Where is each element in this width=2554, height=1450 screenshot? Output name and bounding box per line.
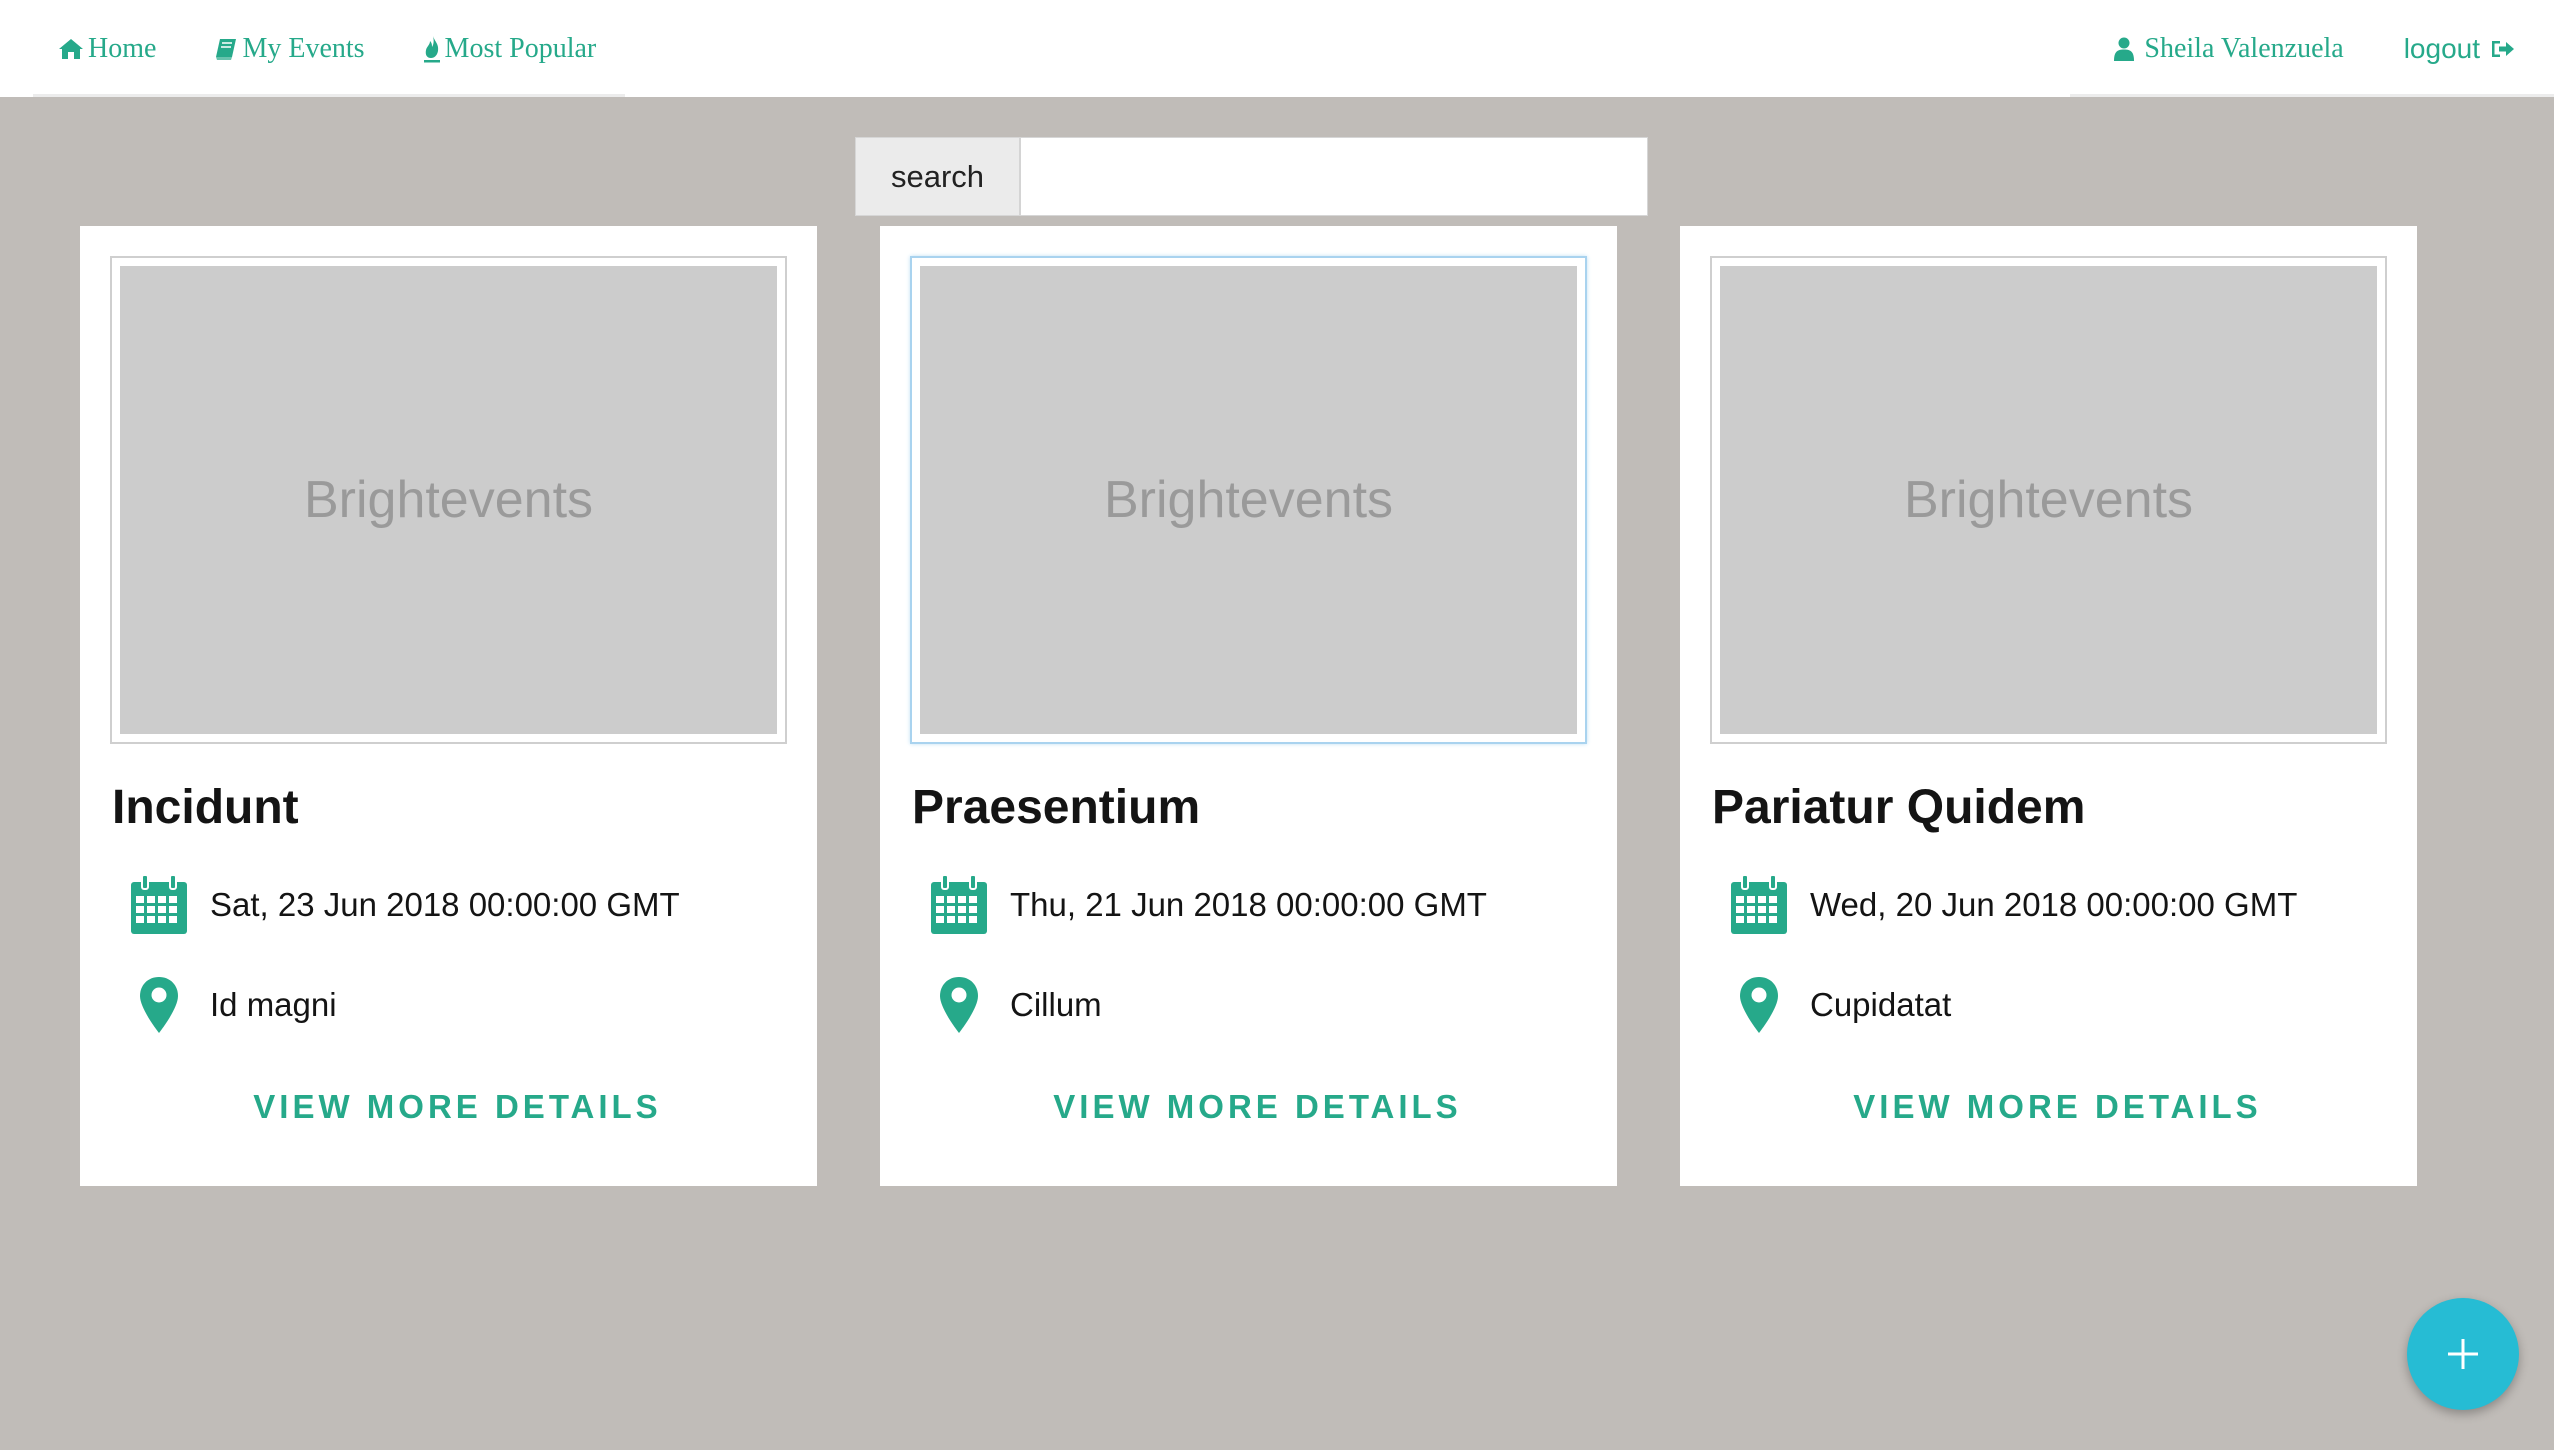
nav-user-link[interactable]: Sheila Valenzuela	[2114, 32, 2344, 65]
nav-logout-link[interactable]: logout	[2404, 33, 2516, 65]
nav-user-name: Sheila Valenzuela	[2144, 32, 2344, 64]
calendar-icon	[1728, 874, 1790, 936]
nav-divider-left	[33, 94, 625, 97]
nav-left-group: Home My Events Most Popular	[58, 0, 596, 97]
home-icon	[59, 38, 83, 59]
event-date: Wed, 20 Jun 2018 00:00:00 GMT	[1810, 886, 2298, 923]
map-pin-icon	[928, 976, 990, 1034]
calendar-icon	[928, 874, 990, 936]
event-date-row: Wed, 20 Jun 2018 00:00:00 GMT	[1728, 874, 2297, 936]
event-image-frame[interactable]: Brightevents	[1710, 256, 2387, 744]
view-more-details-link[interactable]: VIEW MORE DETAILS	[1680, 1088, 2417, 1126]
calendar-icon	[128, 874, 190, 936]
event-date-row: Thu, 21 Jun 2018 00:00:00 GMT	[928, 874, 1487, 936]
nav-most-popular-label: Most Popular	[444, 32, 597, 64]
nav-right-group: Sheila Valenzuela logout	[2114, 0, 2516, 97]
event-image-frame[interactable]: Brightevents	[910, 256, 1587, 744]
add-event-button[interactable]	[2407, 1298, 2519, 1410]
plus-icon	[2448, 1339, 2478, 1369]
sign-out-icon	[2492, 40, 2514, 57]
event-title: Incidunt	[112, 781, 299, 834]
search-input[interactable]	[1021, 138, 1647, 215]
search-label: search	[856, 138, 1021, 215]
event-location: Cillum	[1010, 986, 1102, 1023]
search-bar: search	[855, 137, 1648, 216]
view-more-details-link[interactable]: VIEW MORE DETAILS	[880, 1088, 1617, 1126]
event-location: Id magni	[210, 986, 337, 1023]
nav-logout-label: logout	[2403, 32, 2480, 64]
event-date-row: Sat, 23 Jun 2018 00:00:00 GMT	[128, 874, 680, 936]
fire-icon	[423, 35, 440, 62]
event-card: Brightevents Praesentium Thu, 21 Jun 201…	[880, 226, 1617, 1186]
event-location-row: Cillum	[928, 976, 1102, 1034]
user-icon	[2114, 37, 2135, 61]
nav-most-popular-link[interactable]: Most Popular	[423, 32, 597, 65]
event-card: Brightevents Pariatur Quidem Wed, 20 Jun…	[1680, 226, 2417, 1186]
view-more-details-link[interactable]: VIEW MORE DETAILS	[80, 1088, 817, 1126]
event-date: Sat, 23 Jun 2018 00:00:00 GMT	[210, 886, 680, 923]
event-image-placeholder: Brightevents	[920, 266, 1577, 734]
event-location-row: Id magni	[128, 976, 337, 1034]
event-image-placeholder: Brightevents	[120, 266, 777, 734]
event-location: Cupidatat	[1810, 986, 1952, 1023]
top-navbar: Home My Events Most Popular Sheila Valen…	[0, 0, 2554, 97]
nav-divider-right	[2070, 94, 2554, 97]
event-date: Thu, 21 Jun 2018 00:00:00 GMT	[1010, 886, 1487, 923]
nav-home-link[interactable]: Home	[58, 33, 156, 65]
book-icon	[216, 38, 237, 60]
event-title: Pariatur Quidem	[1712, 781, 2086, 834]
map-pin-icon	[1728, 976, 1790, 1034]
event-location-row: Cupidatat	[1728, 976, 1951, 1034]
nav-home-label: Home	[88, 32, 157, 64]
event-card: Brightevents Incidunt Sat, 23 Jun 2018 0…	[80, 226, 817, 1186]
nav-my-events-link[interactable]: My Events	[214, 32, 365, 65]
event-image-frame[interactable]: Brightevents	[110, 256, 787, 744]
event-image-placeholder: Brightevents	[1720, 266, 2377, 734]
nav-my-events-label: My Events	[242, 32, 365, 64]
map-pin-icon	[128, 976, 190, 1034]
event-title: Praesentium	[912, 781, 1201, 834]
